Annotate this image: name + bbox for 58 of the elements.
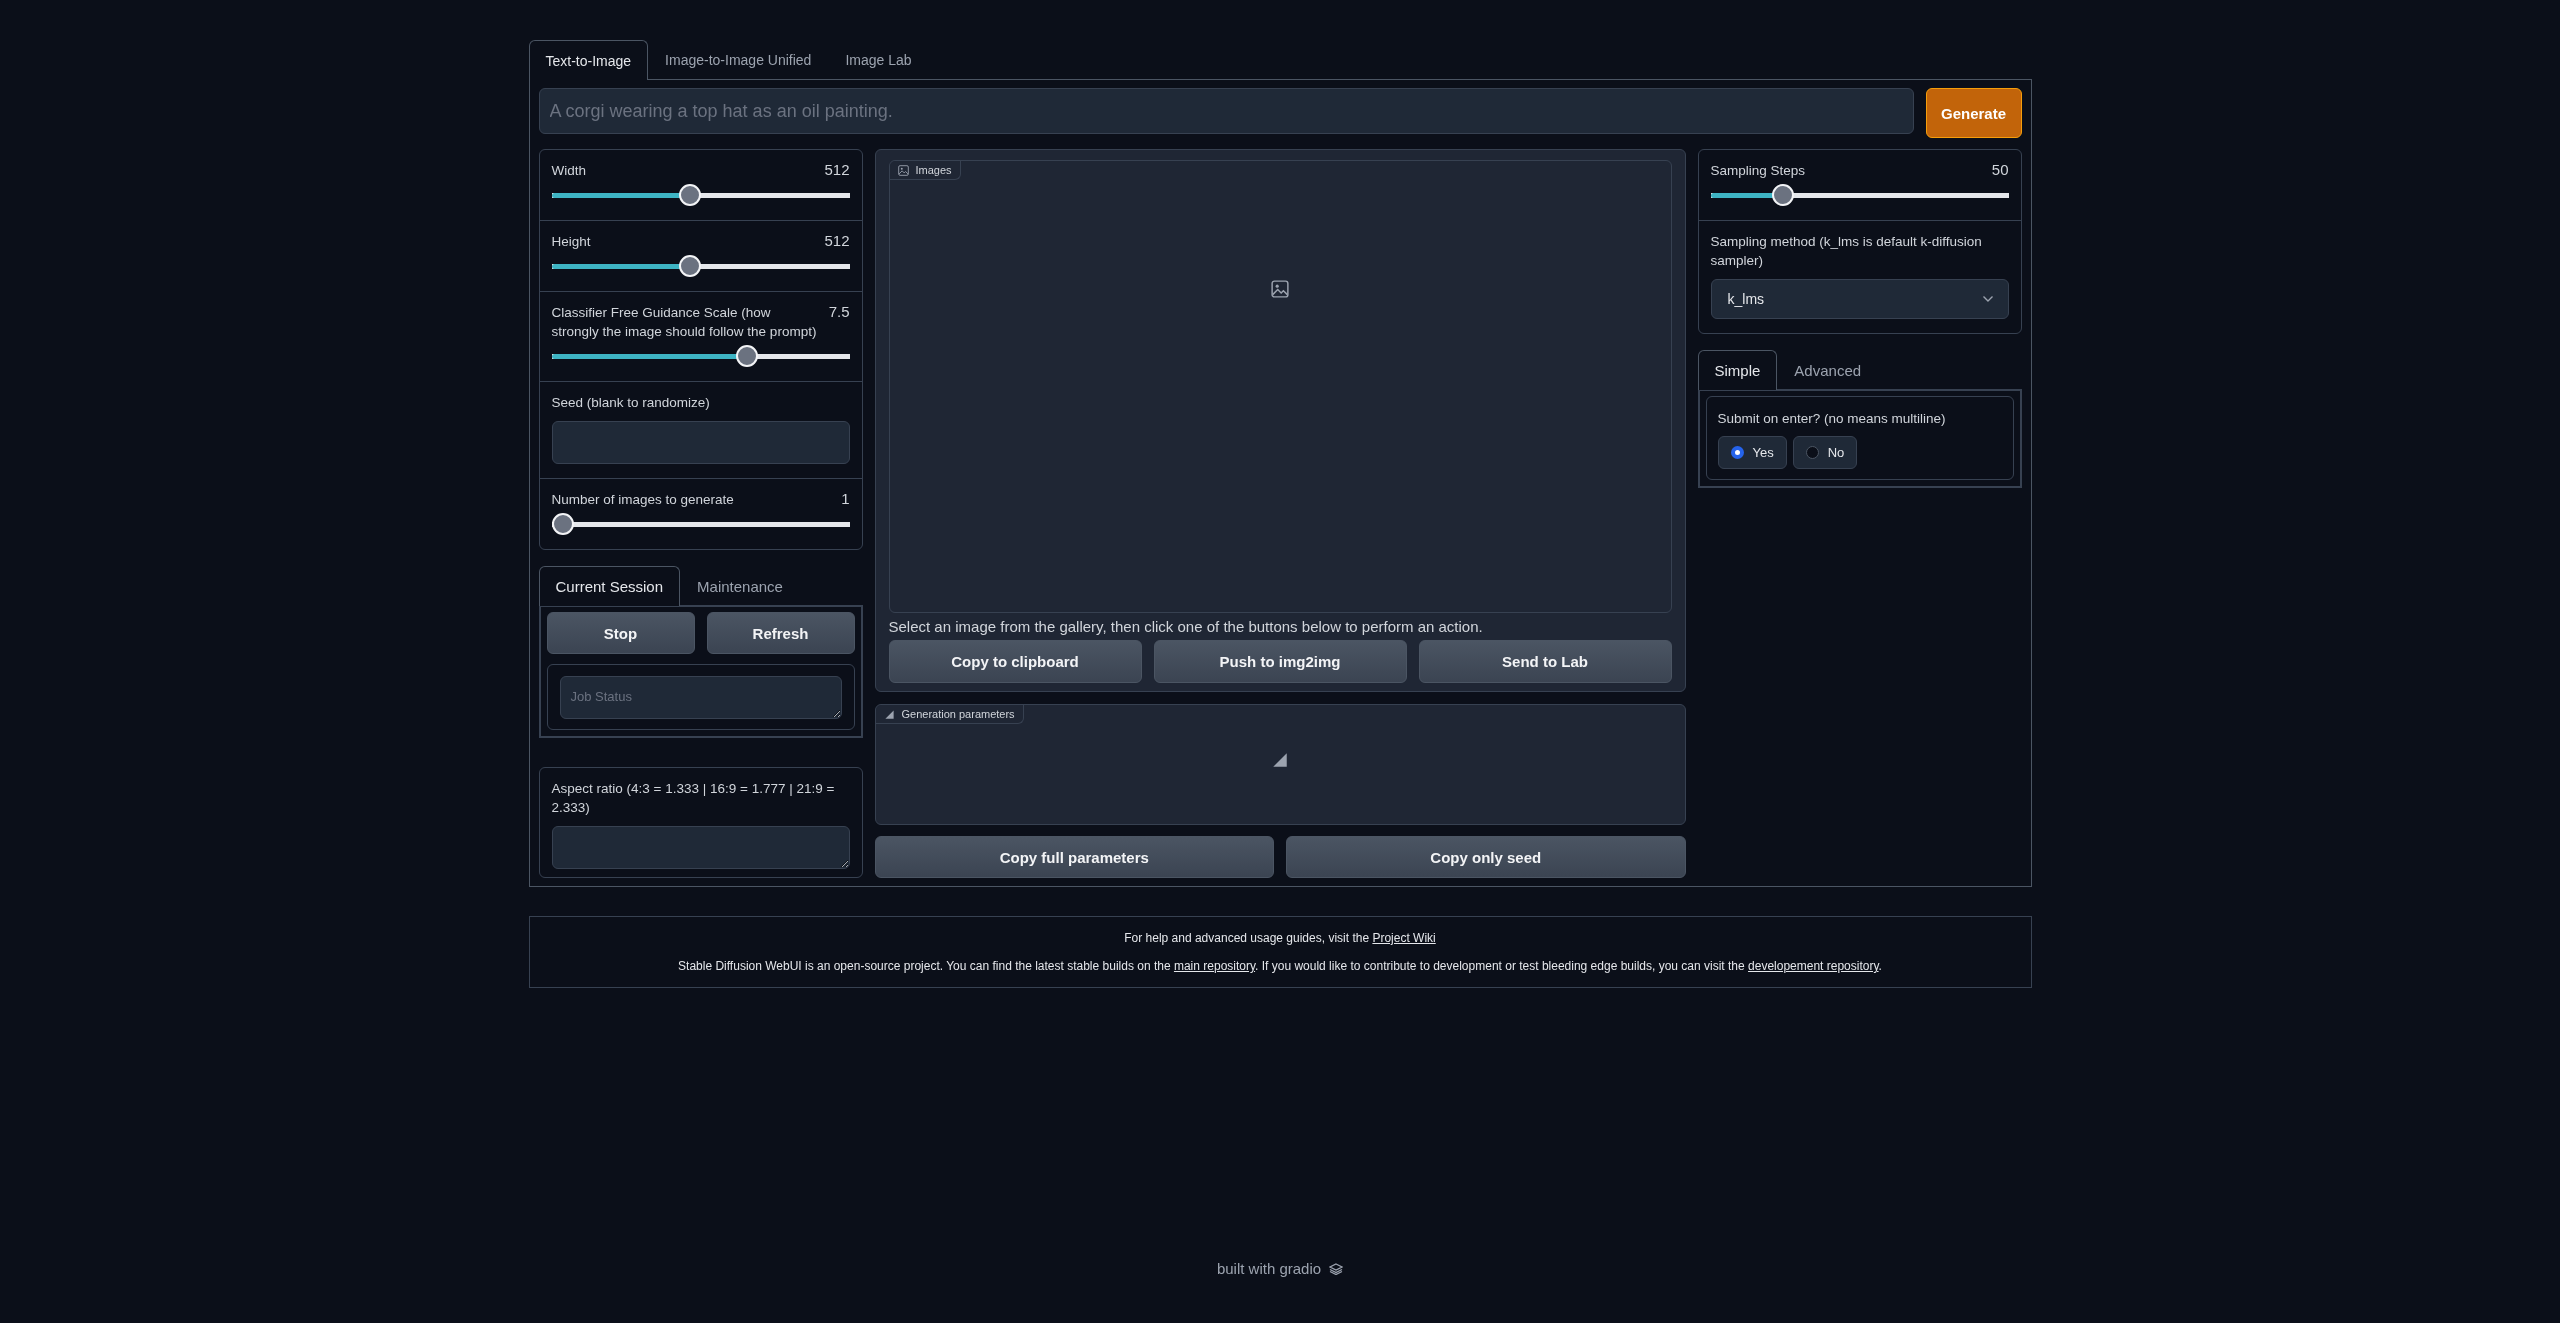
- slider-value: 1: [841, 490, 850, 507]
- label-text: Images: [915, 164, 952, 176]
- slider-thumb[interactable]: [551, 513, 574, 535]
- triangle-icon: [883, 708, 895, 720]
- tab[interactable]: Advanced: [1777, 350, 1879, 389]
- instruction-text: Select an image from the gallery, then click one of the buttons below to perform an action.: [888, 618, 1484, 635]
- triangle-icon: [1271, 751, 1289, 769]
- tab[interactable]: Current Session: [538, 566, 681, 606]
- input-field[interactable]: [551, 421, 850, 464]
- link[interactable]: developement repository: [1748, 959, 1879, 973]
- slider-label: Sampling Steps: [1710, 162, 1806, 180]
- button[interactable]: Copy to clipboard: [888, 640, 1142, 683]
- job-status-field[interactable]: Job Status: [559, 676, 842, 719]
- radio-option[interactable]: Yes: [1717, 436, 1787, 469]
- tab[interactable]: Text-to-Image: [528, 40, 649, 80]
- slider-value: 50: [1991, 161, 2009, 178]
- footer-link[interactable]: built with gradio: [1216, 1260, 1322, 1277]
- slider-value: 512: [824, 232, 850, 249]
- slider-thumb[interactable]: [679, 184, 702, 206]
- tab[interactable]: Image Lab: [828, 40, 929, 79]
- dropdown-label: Sampling method (k_lms is default k-diffusion sampler): [1710, 233, 1983, 270]
- button[interactable]: Copy full parameters: [874, 836, 1274, 878]
- link[interactable]: Project Wiki: [1372, 931, 1436, 945]
- logo-icon: [1329, 1262, 1344, 1275]
- tab[interactable]: Image-to-Image Unified: [648, 40, 829, 79]
- image-icon: [1271, 280, 1289, 298]
- label-text: Generation parameters: [901, 708, 1015, 720]
- slider-value: 512: [824, 161, 850, 178]
- button[interactable]: Refresh: [706, 612, 855, 654]
- button[interactable]: Send to Lab: [1418, 640, 1672, 683]
- dropdown-value: k_lms: [1727, 291, 1765, 307]
- radio-button[interactable]: [1805, 446, 1819, 459]
- radio-label: Submit on enter? (no means multiline): [1717, 410, 1947, 428]
- radio-button[interactable]: [1730, 446, 1744, 459]
- tab[interactable]: Maintenance: [680, 566, 800, 605]
- slider-label: Number of images to generate: [551, 491, 734, 509]
- slider-value: 7.5: [828, 303, 850, 320]
- slider-label: Width: [551, 162, 586, 180]
- slider-thumb[interactable]: [1771, 184, 1794, 206]
- button[interactable]: Copy only seed: [1286, 836, 1686, 878]
- slider-thumb[interactable]: [679, 255, 702, 277]
- dropdown[interactable]: k_lms: [1710, 279, 2009, 319]
- caret-icon: [1981, 295, 1994, 303]
- prompt-field[interactable]: A corgi wearing a top hat as an oil painting.: [538, 88, 1914, 134]
- tab[interactable]: Simple: [1697, 350, 1778, 390]
- slider-label: Classifier Free Guidance Scale (how strongly the image should follow the prompt): [551, 304, 818, 341]
- slider-label: Height: [551, 233, 591, 251]
- button[interactable]: Push to img2img: [1153, 640, 1407, 683]
- image-icon: [897, 164, 909, 176]
- button[interactable]: Stop: [546, 612, 695, 654]
- input-field[interactable]: [551, 826, 850, 869]
- field-label: Seed (blank to randomize): [551, 394, 711, 412]
- generate-button[interactable]: Generate: [1925, 88, 2022, 138]
- radio-option[interactable]: No: [1792, 436, 1858, 469]
- footer-text: Stable Diffusion WebUI is an open-source project. You can find the latest stable builds on the main repository. If you would like to contribute to development or test bleeding edge builds, you can visit the developement repository.: [677, 959, 1883, 973]
- field-label: Aspect ratio (4:3 = 1.333 | 16:9 = 1.777 | 21:9 = 2.333): [551, 780, 836, 817]
- slider-thumb[interactable]: [736, 345, 759, 367]
- footer-text: For help and advanced usage guides, visit the Project Wiki: [1123, 931, 1437, 945]
